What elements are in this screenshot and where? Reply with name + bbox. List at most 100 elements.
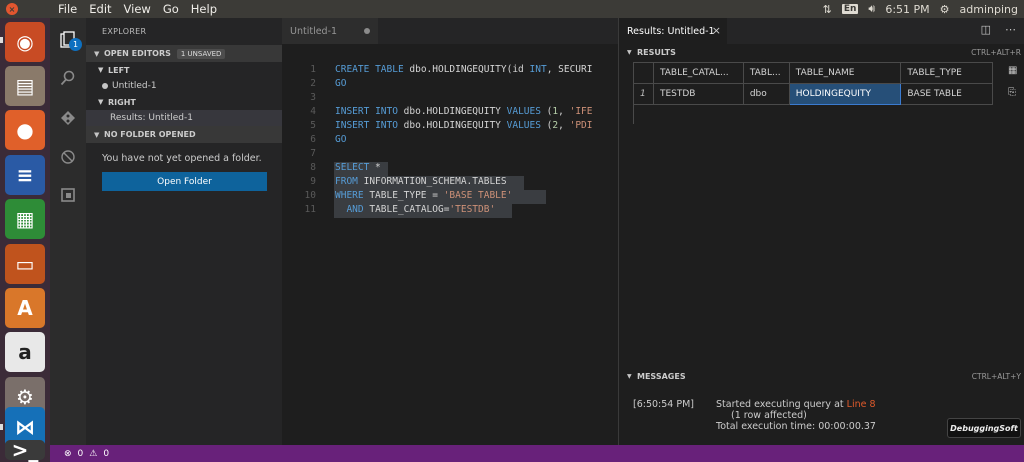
launcher-ubuntu-dash[interactable]: ◉	[5, 22, 45, 62]
grid-cell[interactable]: BASE TABLE	[900, 83, 993, 105]
chevron-down-icon: ▼	[94, 49, 100, 58]
launcher-impress[interactable]: ▭	[5, 244, 45, 284]
message-line-link[interactable]: Line 8	[847, 399, 876, 410]
open-editor-results[interactable]: Results: Untitled-1	[86, 110, 282, 126]
menu-help[interactable]: Help	[185, 2, 223, 16]
grid-cell[interactable]: TESTDB	[652, 83, 744, 105]
unsaved-dot-icon[interactable]	[364, 28, 370, 34]
row-number: 1	[633, 83, 654, 105]
open-folder-button[interactable]: Open Folder	[102, 172, 267, 191]
column-header[interactable]: TABLE_NAME	[788, 62, 902, 84]
menu-file[interactable]: File	[52, 2, 83, 16]
launcher-firefox[interactable]: ●	[5, 110, 45, 150]
search-icon[interactable]	[58, 68, 78, 88]
group-left-label: LEFT	[108, 65, 130, 75]
results-shortcut: CTRL+ALT+R	[971, 48, 1021, 57]
tab-results[interactable]: Results: Untitled-1 ×	[619, 18, 727, 44]
code-line[interactable]: FROM INFORMATION_SCHEMA.TABLES	[335, 176, 507, 187]
menu-view[interactable]: View	[118, 2, 157, 16]
activity-bar: 1	[50, 18, 86, 445]
open-editor-label: Results: Untitled-1	[110, 113, 193, 123]
chevron-down-icon: ▼	[98, 98, 104, 106]
close-icon[interactable]: ×	[712, 24, 721, 37]
code-line[interactable]: SELECT *	[335, 162, 381, 173]
warning-count[interactable]: 0	[103, 449, 109, 459]
no-folder-message: You have not yet opened a folder.	[102, 153, 262, 164]
group-left[interactable]: ▼ LEFT	[86, 62, 282, 78]
no-folder-label: NO FOLDER OPENED	[104, 130, 196, 139]
tab-untitled-1[interactable]: Untitled-1	[282, 18, 378, 44]
results-grid[interactable]: TABLE_CATAL... TABL... TABLE_NAME TABLE_…	[633, 62, 993, 105]
table-row[interactable]: 1 TESTDB dbo HOLDINGEQUITY BASE TABLE	[633, 83, 993, 105]
grid-cell-selected[interactable]: HOLDINGEQUITY	[788, 83, 902, 105]
menu-go[interactable]: Go	[157, 2, 185, 16]
session-gear-icon[interactable]: ⚙	[940, 3, 950, 16]
open-editors-section[interactable]: ▼ OPEN EDITORS 1 UNSAVED	[86, 45, 282, 62]
line-number: 2	[310, 78, 316, 89]
writer-icon: ≡	[16, 163, 34, 187]
message-started-text: Started executing query at	[716, 399, 844, 410]
code-line[interactable]: CREATE TABLE dbo.HOLDINGEQUITY(id INT, S…	[335, 64, 592, 75]
column-header[interactable]: TABL...	[742, 62, 790, 84]
tab-label: Results: Untitled-1	[627, 25, 715, 37]
column-header[interactable]: TABLE_TYPE	[900, 62, 993, 84]
launcher-writer[interactable]: ≡	[5, 155, 45, 195]
grid-cell[interactable]: dbo	[742, 83, 790, 105]
clock[interactable]: 6:51 PM	[885, 3, 929, 16]
group-right-label: RIGHT	[108, 97, 136, 107]
launcher-software-center[interactable]: A	[5, 288, 45, 328]
code-line[interactable]: INSERT INTO dbo.HOLDINGEQUITY VALUES (1,…	[335, 106, 592, 117]
save-as-csv-icon[interactable]: ▦	[1008, 65, 1017, 76]
open-editor-untitled[interactable]: Untitled-1	[86, 78, 282, 94]
terminal-icon: >_	[11, 438, 39, 462]
code-line[interactable]: AND TABLE_CATALOG='TESTDB'	[335, 204, 495, 215]
amazon-icon: a	[18, 340, 32, 364]
group-right[interactable]: ▼ RIGHT	[86, 94, 282, 110]
results-header-label: RESULTS	[637, 48, 676, 57]
code-line[interactable]: GO	[335, 134, 346, 145]
volume-icon[interactable]: 🔊︎	[868, 2, 875, 16]
tab-label: Untitled-1	[290, 25, 338, 37]
save-as-json-icon[interactable]: ⎘	[1008, 87, 1016, 98]
open-editor-label: Untitled-1	[112, 81, 157, 91]
warning-icon[interactable]: ⚠	[89, 449, 97, 459]
user-name[interactable]: adminping	[960, 3, 1018, 16]
line-number: 1	[310, 64, 316, 75]
launcher-calc[interactable]: ▦	[5, 199, 45, 239]
chevron-down-icon: ▼	[94, 130, 100, 139]
line-number: 3	[310, 92, 316, 103]
results-panel: Results: Untitled-1 × ◫ ⋯ ▼ RESULTS CTRL…	[618, 18, 1024, 445]
split-editor-icon[interactable]: ◫	[981, 23, 991, 36]
impress-icon: ▭	[15, 252, 35, 276]
chevron-down-icon: ▼	[98, 66, 104, 74]
no-folder-section[interactable]: ▼ NO FOLDER OPENED	[86, 126, 282, 143]
error-count[interactable]: 0	[78, 449, 84, 459]
menu-edit[interactable]: Edit	[83, 2, 117, 16]
source-control-icon[interactable]	[58, 108, 78, 128]
watermark-logo: DebuggingSoft	[947, 418, 1021, 438]
results-section-header[interactable]: ▼ RESULTS CTRL+ALT+R	[619, 44, 1024, 61]
status-bar: ⊗ 0 ⚠ 0	[50, 445, 1024, 462]
running-indicator	[0, 37, 3, 43]
launcher-files[interactable]: ▤	[5, 66, 45, 106]
code-line[interactable]: INSERT INTO dbo.HOLDINGEQUITY VALUES (2,…	[335, 120, 592, 131]
errors-icon[interactable]: ⊗	[64, 449, 72, 459]
unity-launcher: ◉ ▤ ● ≡ ▦ ▭ Aa ⚙ ⋈ >_	[0, 18, 50, 462]
extensions-icon[interactable]	[58, 185, 78, 205]
network-icon[interactable]: ⇅	[823, 3, 832, 16]
keyboard-layout-indicator[interactable]: En	[841, 4, 859, 14]
code-line[interactable]: GO	[335, 78, 346, 89]
launcher-amazon[interactable]: a	[5, 332, 45, 372]
files-icon: ▤	[15, 74, 35, 98]
more-actions-icon[interactable]: ⋯	[1005, 23, 1016, 36]
messages-section-header[interactable]: ▼ MESSAGES CTRL+ALT+Y	[619, 368, 1024, 385]
column-header[interactable]: TABLE_CATAL...	[652, 62, 744, 84]
code-line[interactable]: WHERE TABLE_TYPE = 'BASE TABLE'	[335, 190, 512, 201]
message-started: Started executing query at Line 8	[716, 399, 876, 410]
message-exec-time: Total execution time: 00:00:00.37	[716, 421, 876, 432]
launcher-terminal[interactable]: >_	[5, 438, 45, 462]
firefox-icon: ●	[16, 118, 34, 142]
window-close-button[interactable]: ×	[6, 3, 18, 15]
calc-icon: ▦	[15, 207, 35, 231]
debug-icon[interactable]	[58, 147, 78, 167]
